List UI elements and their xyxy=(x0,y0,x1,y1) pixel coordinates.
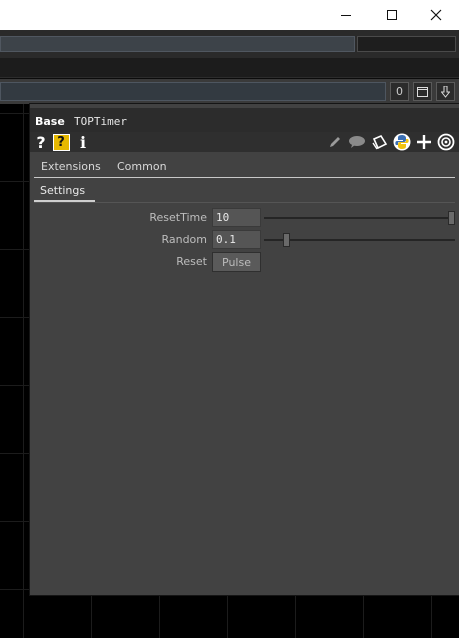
python-help-icon[interactable]: ? xyxy=(52,132,70,152)
window-titlebar xyxy=(0,0,459,30)
panel-header: Base TOPTimer xyxy=(30,108,459,132)
param-row-reset: Reset Pulse xyxy=(30,252,459,272)
parameter-panel: Base TOPTimer ? ? i Extensions Common Se… xyxy=(30,104,459,595)
network-path-field[interactable] xyxy=(0,36,355,52)
param-label: Reset xyxy=(176,255,207,268)
tab-extensions[interactable]: Extensions xyxy=(41,160,101,173)
settings-divider xyxy=(34,202,455,203)
page-tab-row: Extensions Common xyxy=(30,156,459,178)
random-field[interactable]: 0.1 xyxy=(212,230,261,249)
clone-icon[interactable] xyxy=(370,132,388,152)
panel-icon-bar: ? ? i xyxy=(30,132,459,152)
help-icon[interactable]: ? xyxy=(34,132,48,152)
edit-icon[interactable] xyxy=(327,132,343,152)
pin-button[interactable] xyxy=(436,82,455,101)
close-button[interactable] xyxy=(413,0,459,30)
operator-name-label[interactable]: TOPTimer xyxy=(74,115,127,128)
comment-icon[interactable] xyxy=(348,132,366,152)
menu-strip xyxy=(0,58,459,78)
param-label: Random xyxy=(161,233,207,246)
search-field[interactable] xyxy=(357,36,456,52)
network-toolbar-field[interactable] xyxy=(0,82,386,101)
maximize-icon xyxy=(387,10,397,20)
close-icon xyxy=(430,9,442,21)
reset-pulse-button[interactable]: Pulse xyxy=(212,252,261,272)
param-label: ResetTime xyxy=(149,211,207,224)
tab-settings[interactable]: Settings xyxy=(40,184,85,197)
app-window: 0 Base TOPTimer ? ? i Extensions Common … xyxy=(0,0,459,638)
param-row-resettime: ResetTime 10 xyxy=(30,208,459,228)
down-arrow-icon xyxy=(441,85,450,98)
maximize-button[interactable] xyxy=(369,0,415,30)
window-icon xyxy=(417,86,428,97)
info-icon[interactable]: i xyxy=(77,132,89,152)
counter-button[interactable]: 0 xyxy=(390,82,409,101)
python-icon[interactable] xyxy=(392,132,412,152)
viewer-icon[interactable] xyxy=(436,132,456,152)
resettime-field[interactable]: 10 xyxy=(212,208,261,227)
window-layout-button[interactable] xyxy=(413,82,432,101)
random-slider-handle[interactable] xyxy=(283,233,290,247)
resettime-slider[interactable] xyxy=(264,211,455,225)
resettime-slider-handle[interactable] xyxy=(448,211,455,225)
tab-common[interactable]: Common xyxy=(117,160,167,173)
param-row-random: Random 0.1 xyxy=(30,230,459,250)
add-icon[interactable] xyxy=(416,132,432,152)
operator-type-label: Base xyxy=(35,115,65,128)
minimize-icon xyxy=(341,14,351,16)
minimize-button[interactable] xyxy=(323,0,369,30)
random-slider[interactable] xyxy=(264,233,455,247)
page-tab-divider xyxy=(34,177,455,178)
